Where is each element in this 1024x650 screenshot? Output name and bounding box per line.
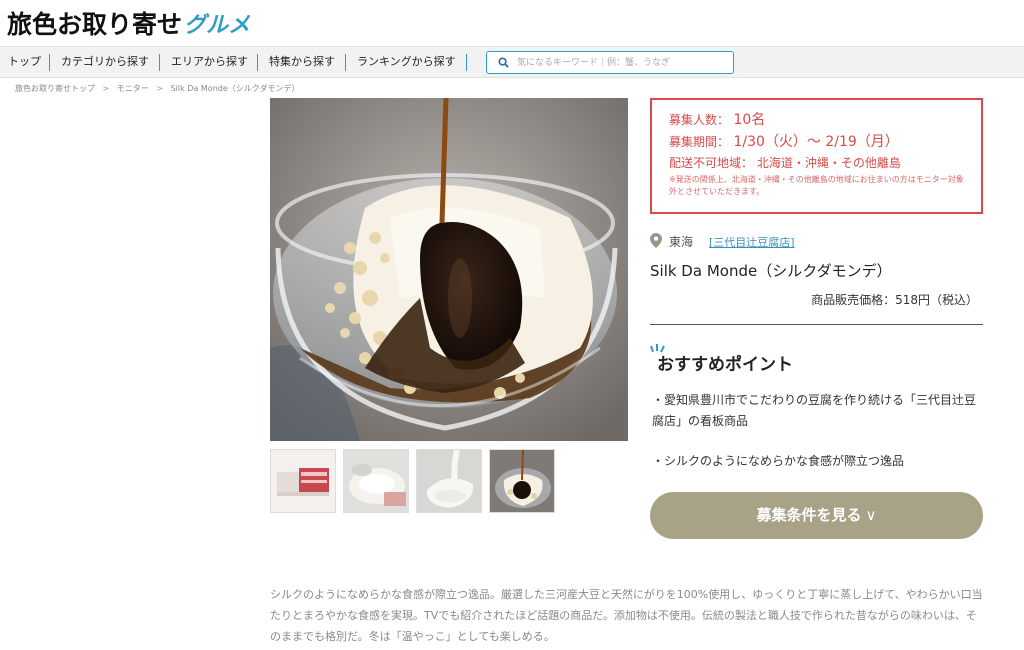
nav-divider xyxy=(257,54,258,71)
recruit-count-label: 募集人数： xyxy=(669,113,730,127)
nav-divider xyxy=(466,54,467,71)
chevron-down-icon: ∨ xyxy=(865,506,877,524)
global-nav: トップ カテゴリから探す エリアから探す 特集から探す ランキングから探す xyxy=(0,46,1024,78)
breadcrumb-monitor[interactable]: モニター xyxy=(117,83,149,94)
view-conditions-button[interactable]: 募集条件を見る ∨ xyxy=(650,492,983,539)
recruit-period-label: 募集期間： xyxy=(669,135,730,149)
area-label: 東海 xyxy=(669,235,694,249)
recruit-period-row: 募集期間： 1/30（火）～ 2/19（月） xyxy=(669,131,981,153)
logo-main-text: 旅色お取り寄せ xyxy=(7,10,183,39)
nav-item-ranking[interactable]: ランキングから探す xyxy=(357,47,456,77)
nav-divider xyxy=(345,54,346,71)
product-title: Silk Da Monde（シルクダモンデ） xyxy=(650,262,892,280)
no-delivery-label: 配送不可地域： xyxy=(669,156,754,170)
nav-item-category[interactable]: カテゴリから探す xyxy=(61,47,149,77)
delivery-note: ※発送の関係上、北海道・沖縄・その他離島の地域にお住まいの方はモニター対象外とさ… xyxy=(669,175,964,196)
recruitment-info-box: 募集人数： 10名 募集期間： 1/30（火）～ 2/19（月） 配送不可地域：… xyxy=(650,98,983,214)
nav-item-area[interactable]: エリアから探す xyxy=(171,47,248,77)
thumbnail-1[interactable] xyxy=(270,449,336,513)
product-price: 商品販売価格：518円（税込） xyxy=(811,293,978,307)
thumbnail-3[interactable] xyxy=(416,449,482,513)
breadcrumb: 旅色お取り寄せトップ > モニター > Silk Da Monde（シルクダモン… xyxy=(15,83,299,94)
search-icon[interactable] xyxy=(498,57,509,68)
thumbnail-2[interactable] xyxy=(343,449,409,513)
thumbnail-4[interactable] xyxy=(489,449,555,513)
search-box[interactable] xyxy=(486,51,734,74)
no-delivery-value: 北海道・沖縄・その他離島 xyxy=(756,156,901,170)
recruit-count-value: 10名 xyxy=(733,112,766,128)
breadcrumb-home[interactable]: 旅色お取り寄せトップ xyxy=(15,83,95,94)
breadcrumb-separator: > xyxy=(102,84,110,93)
site-logo[interactable]: 旅色お取り寄せ グルメ xyxy=(7,6,250,40)
breadcrumb-separator: > xyxy=(156,84,164,93)
map-pin-icon xyxy=(650,233,662,248)
nav-divider xyxy=(159,54,160,71)
recommend-point-1: ・愛知県豊川市でこだわりの豆腐を作り続ける「三代目辻豆腐店」の看板商品 xyxy=(652,393,977,428)
cta-label: 募集条件を見る xyxy=(756,506,862,524)
no-delivery-row: 配送不可地域： 北海道・沖縄・その他離島 xyxy=(669,153,981,173)
nav-divider xyxy=(49,54,50,71)
recruit-count-row: 募集人数： 10名 xyxy=(669,109,981,131)
logo-accent-text: グルメ xyxy=(184,13,251,38)
section-divider xyxy=(650,324,983,325)
search-input[interactable] xyxy=(517,55,727,70)
product-description: シルクのようになめらかな食感が際立つ逸品。厳選した三河産大豆と天然にがりを100… xyxy=(270,588,983,643)
recruit-period-value: 1/30（火）～ 2/19（月） xyxy=(733,134,899,150)
nav-item-top[interactable]: トップ xyxy=(8,47,41,77)
shop-link[interactable]: [三代目辻豆腐店] xyxy=(709,234,795,250)
main-product-photo xyxy=(270,98,628,441)
breadcrumb-current: Silk Da Monde（シルクダモンデ） xyxy=(170,84,300,93)
nav-item-feature[interactable]: 特集から探す xyxy=(269,47,335,77)
recommend-point-2: ・シルクのようになめらかな食感が際立つ逸品 xyxy=(652,454,905,468)
recommend-title: おすすめポイント xyxy=(657,355,793,375)
